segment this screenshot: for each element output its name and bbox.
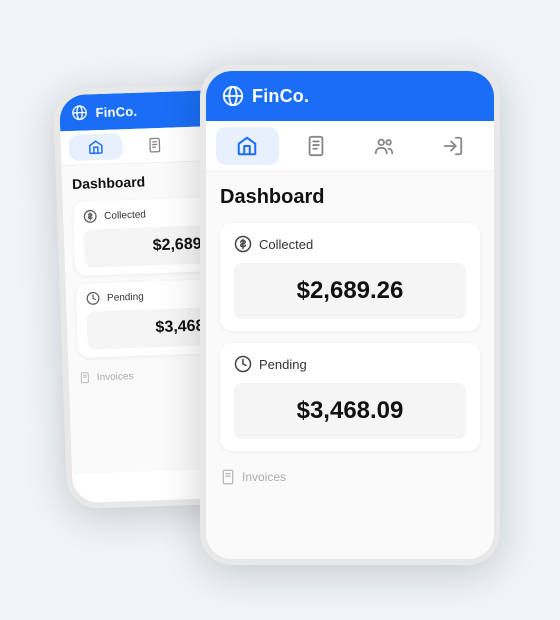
collected-label-row: Collected (234, 235, 466, 253)
front-tab-users[interactable] (353, 127, 416, 165)
invoices-icon (220, 469, 236, 485)
pending-value: $3,468.09 (297, 397, 404, 424)
back-tab-docs[interactable] (128, 131, 182, 159)
front-app-header: FinCo. (206, 71, 494, 121)
invoices-row: Invoices (220, 463, 480, 491)
pending-value-box: $3,468.09 (234, 383, 466, 439)
back-clock-icon (86, 291, 100, 305)
front-nav-tabs (206, 121, 494, 172)
back-pending-label: Pending (107, 291, 144, 303)
front-logo-icon (222, 85, 244, 107)
pending-label-row: Pending (234, 355, 466, 373)
collected-value: $2,689.26 (297, 277, 404, 304)
back-logo-icon (71, 104, 88, 121)
phone-front: FinCo. (200, 65, 500, 565)
front-app-name: FinCo. (252, 86, 309, 107)
clock-icon (234, 355, 252, 373)
back-invoices-label: Invoices (97, 371, 134, 383)
pending-label: Pending (259, 357, 307, 372)
front-tab-docs[interactable] (285, 127, 348, 165)
back-dollar-circle-icon (83, 209, 97, 223)
invoices-label: Invoices (242, 470, 286, 484)
front-tab-logout[interactable] (422, 127, 485, 165)
back-app-name: FinCo. (95, 103, 137, 119)
front-tab-home[interactable] (216, 127, 279, 165)
back-tab-home[interactable] (68, 133, 122, 161)
front-app-content: Dashboard Collected $2,689.26 (206, 172, 494, 560)
back-collected-label: Collected (104, 209, 146, 221)
back-invoices-icon (79, 372, 91, 384)
collected-label: Collected (259, 237, 313, 252)
collected-card: Collected $2,689.26 (220, 223, 480, 331)
collected-value-box: $2,689.26 (234, 263, 466, 319)
pending-card: Pending $3,468.09 (220, 343, 480, 451)
front-page-title: Dashboard (220, 186, 480, 209)
dollar-circle-icon (234, 235, 252, 253)
